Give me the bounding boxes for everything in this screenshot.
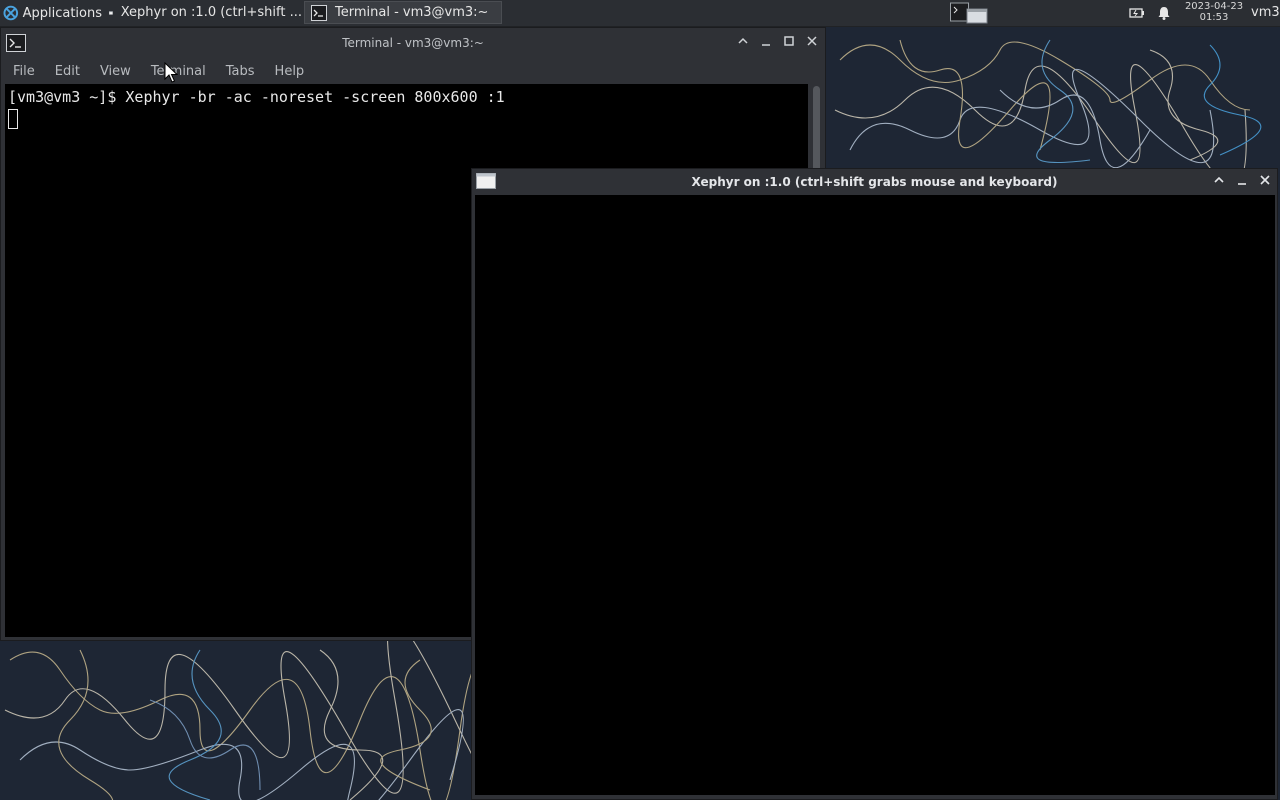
menu-tabs[interactable]: Tabs (218, 64, 263, 79)
chevron-up-icon (738, 37, 748, 44)
applications-menu-button[interactable]: Applications (0, 0, 102, 26)
battery-icon[interactable] (1129, 5, 1145, 21)
xephyr-titlebar[interactable]: Xephyr on :1.0 (ctrl+shift grabs mouse a… (472, 169, 1277, 195)
shade-button[interactable] (1211, 174, 1227, 190)
maximize-icon (784, 36, 794, 46)
menu-help[interactable]: Help (267, 64, 313, 79)
window-icon (109, 10, 113, 15)
taskbar-item-xephyr[interactable]: Xephyr on :1.0 (ctrl+shift ... (103, 1, 302, 24)
mouse-pointer-icon (164, 62, 178, 83)
terminal-icon (311, 4, 327, 21)
xfce-logo-icon (3, 5, 19, 21)
clock[interactable]: 2023-04-23 01:53 (1180, 1, 1248, 25)
menu-terminal[interactable]: Terminal (143, 64, 214, 79)
minimize-button[interactable] (758, 35, 774, 51)
menu-file[interactable]: File (5, 64, 43, 79)
window-title: Terminal - vm3@vm3:~ (342, 36, 484, 50)
terminal-titlebar[interactable]: Terminal - vm3@vm3:~ (1, 28, 825, 58)
close-button[interactable] (804, 35, 820, 51)
taskbar-item-terminal[interactable]: Terminal - vm3@vm3:~ (304, 1, 502, 24)
text-cursor (8, 109, 18, 129)
xephyr-display-area[interactable] (475, 195, 1275, 795)
clock-time: 01:53 (1199, 12, 1229, 23)
user-menu[interactable]: vm3 (1251, 5, 1280, 20)
shade-button[interactable] (735, 35, 751, 51)
xephyr-window: Xephyr on :1.0 (ctrl+shift grabs mouse a… (471, 168, 1278, 800)
clock-date: 2023-04-23 (1184, 1, 1244, 12)
close-icon (807, 36, 817, 46)
minimize-icon (762, 44, 770, 46)
minimize-icon (1238, 183, 1246, 185)
close-icon (1260, 175, 1270, 185)
minimize-button[interactable] (1234, 174, 1250, 190)
taskbar-item-label: Xephyr on :1.0 (ctrl+shift ... (120, 5, 302, 20)
menu-edit[interactable]: Edit (47, 64, 88, 79)
menu-view[interactable]: View (92, 64, 139, 79)
taskbar-item-label: Terminal - vm3@vm3:~ (335, 5, 489, 20)
applications-label: Applications (22, 5, 102, 21)
workspace-switcher[interactable] (950, 2, 990, 24)
maximize-button[interactable] (781, 35, 797, 51)
chevron-up-icon (1214, 176, 1224, 183)
notification-bell-icon[interactable] (1156, 5, 1172, 21)
window-title: Xephyr on :1.0 (ctrl+shift grabs mouse a… (691, 175, 1058, 189)
command-line: [vm3@vm3 ~]$ Xephyr -br -ac -noreset -sc… (8, 88, 505, 106)
close-button[interactable] (1257, 174, 1273, 190)
top-panel: Applications Xephyr on :1.0 (ctrl+shift … (0, 0, 1280, 27)
terminal-menubar: File Edit View Terminal Tabs Help (1, 58, 825, 84)
